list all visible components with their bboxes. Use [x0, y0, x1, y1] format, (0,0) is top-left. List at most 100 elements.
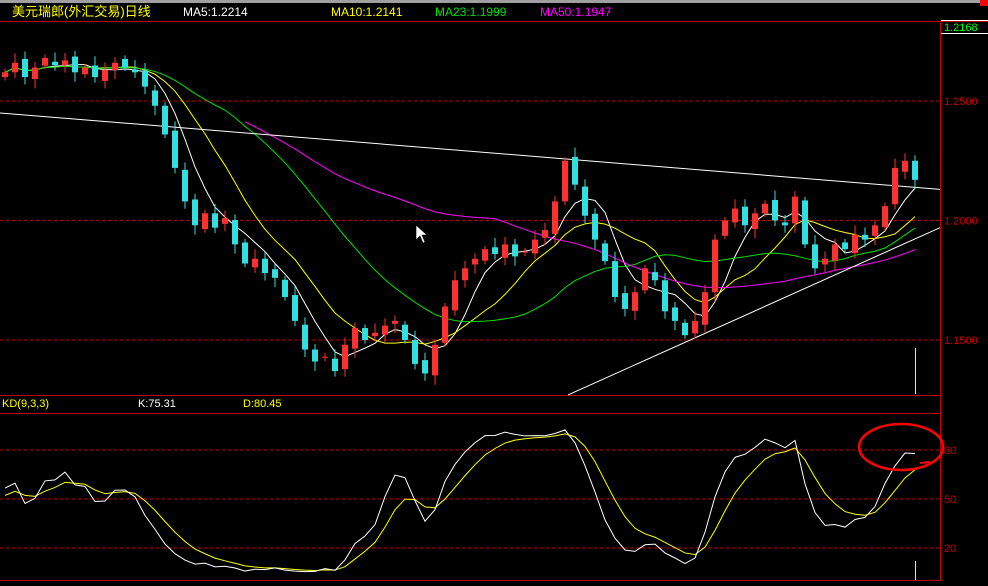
- candle-body: [702, 292, 708, 325]
- candle-body: [292, 295, 298, 321]
- candle-body: [2, 72, 8, 78]
- candle-body: [772, 199, 778, 221]
- candle-body: [242, 242, 248, 264]
- trendlines: [0, 112, 941, 396]
- k-value: K:75.31: [138, 398, 176, 410]
- kd-tick-label: 20: [944, 543, 956, 555]
- candle-body: [852, 234, 858, 254]
- candle-body: [232, 220, 238, 245]
- candle-body: [672, 307, 678, 321]
- candle-body: [442, 306, 448, 343]
- candle-body: [652, 272, 658, 281]
- candle-body: [512, 244, 518, 257]
- candle-body: [522, 251, 528, 253]
- candle-body: [712, 239, 718, 293]
- candle-body: [732, 208, 738, 223]
- candle-body: [472, 258, 478, 265]
- kd-tick-label: 50: [944, 494, 956, 506]
- candle-body: [82, 67, 88, 75]
- candle-body: [692, 320, 698, 334]
- candle-body: [272, 269, 278, 278]
- candle-body: [882, 206, 888, 228]
- candle-body: [862, 234, 868, 240]
- candle-body: [302, 324, 308, 350]
- candle-body: [142, 70, 148, 87]
- candle-body: [112, 62, 118, 70]
- candle-body: [592, 213, 598, 240]
- moving-average-lines: [4, 64, 916, 358]
- candle-body: [22, 58, 28, 78]
- candle-body: [682, 322, 688, 336]
- candle-body: [902, 160, 908, 172]
- candle-body: [842, 242, 848, 250]
- candle-body: [582, 186, 588, 216]
- candle-body: [212, 213, 218, 228]
- ma5-line: [4, 64, 916, 358]
- candle-body: [202, 213, 208, 230]
- candle-body: [742, 206, 748, 226]
- candle-body: [282, 279, 288, 297]
- candle-body: [132, 69, 138, 73]
- mouse-cursor-icon: [415, 224, 428, 244]
- annotation-tick-mark: [919, 461, 931, 464]
- candle-body: [552, 201, 558, 234]
- candle-body: [752, 213, 758, 230]
- candle-body: [622, 293, 628, 309]
- candle-body: [632, 292, 638, 311]
- candle-body: [832, 244, 838, 261]
- candle-body: [482, 249, 488, 261]
- candle-body: [152, 90, 158, 106]
- ma10-line: [4, 65, 916, 345]
- candle-body: [432, 344, 438, 376]
- candle-body: [572, 156, 578, 185]
- candle-body: [312, 349, 318, 362]
- d-line: [4, 433, 916, 572]
- chart-canvas[interactable]: 1.2500 1.2000 1.1500 80 50 20: [0, 0, 988, 586]
- candle-body: [612, 261, 618, 297]
- price-grid: 1.2500 1.2000 1.1500: [0, 96, 978, 347]
- candle-body: [912, 160, 918, 180]
- candle-body: [372, 332, 378, 337]
- candle-body: [392, 320, 398, 324]
- candle-body: [92, 65, 98, 78]
- candle-body: [72, 56, 78, 73]
- candle-body: [822, 258, 828, 265]
- candle-body: [222, 218, 228, 224]
- candle-body: [562, 160, 568, 202]
- trendline: [0, 112, 941, 190]
- trendline: [567, 227, 941, 396]
- candle-body: [812, 244, 818, 269]
- candle-body: [422, 360, 428, 374]
- candle-body: [382, 325, 388, 335]
- candle-body: [332, 358, 338, 372]
- candle-body: [182, 169, 188, 202]
- candle-body: [642, 268, 648, 291]
- candle-body: [52, 61, 58, 66]
- candle-body: [352, 328, 358, 349]
- last-price-label: 1.2168: [941, 20, 988, 34]
- candle-body: [62, 60, 68, 66]
- candle-body: [462, 268, 468, 281]
- annotation-ellipse: [857, 422, 945, 472]
- kd-lines: [4, 429, 916, 573]
- candle-body: [662, 280, 668, 312]
- candle-body: [892, 167, 898, 205]
- candle-body: [362, 328, 368, 340]
- candle-body: [542, 230, 548, 238]
- candle-body: [252, 258, 258, 268]
- candle-body: [12, 62, 18, 73]
- candle-body: [322, 356, 328, 358]
- kd-indicator-name: KD(9,3,3): [2, 398, 50, 410]
- candle-body: [172, 130, 178, 168]
- candle-body: [162, 105, 168, 135]
- candle-body: [192, 199, 198, 226]
- candle-body: [122, 58, 128, 68]
- candle-body: [802, 200, 808, 245]
- k-line: [4, 429, 916, 573]
- candle-body: [452, 280, 458, 311]
- price-tick-label: 1.1500: [944, 335, 978, 347]
- candle-body: [32, 67, 38, 80]
- candle-body: [792, 196, 798, 224]
- candle-body: [412, 340, 418, 364]
- candle-body: [402, 324, 408, 340]
